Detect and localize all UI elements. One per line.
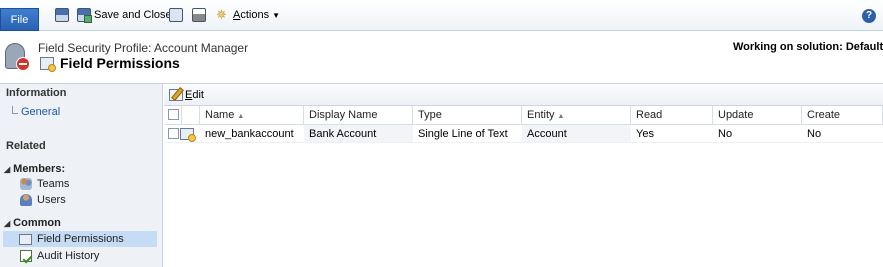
- actions-label: Actions: [233, 9, 269, 21]
- select-all-checkbox[interactable]: [168, 109, 179, 120]
- sort-ascending-icon: ▲: [557, 113, 565, 120]
- nav-item-field-permissions-label: Field Permissions: [37, 233, 124, 245]
- edit-icon: [169, 89, 183, 101]
- column-header-name-label: Name: [205, 109, 235, 121]
- actions-button[interactable]: ✵ Actions ▼: [216, 5, 280, 25]
- row-icon-cell: [165, 125, 200, 142]
- field-permissions-icon: [19, 233, 32, 245]
- column-header-name[interactable]: Name ▲: [200, 106, 304, 124]
- field-security-profile-icon: [3, 43, 31, 73]
- actions-icon: ✵: [216, 7, 227, 22]
- column-header-display-name[interactable]: Display Name: [304, 106, 413, 124]
- page-title: Field Permissions: [60, 55, 180, 71]
- field-permissions-grid: Name ▲ Display Name Type Entity ▲ Read Upd…: [165, 106, 883, 143]
- select-all-cell: [165, 106, 182, 124]
- column-header-read[interactable]: Read: [631, 106, 713, 124]
- table-row[interactable]: new_bankaccount Bank Account Single Line…: [165, 125, 883, 143]
- save-icon: [55, 8, 69, 22]
- form-header: Field Security Profile: Account Manager …: [0, 31, 883, 84]
- column-header-entity-label: Entity: [527, 109, 555, 121]
- edit-label-rest: dit: [192, 89, 204, 101]
- field-permission-record-icon: [180, 128, 196, 142]
- icon-column-header: [182, 106, 200, 124]
- help-icon[interactable]: ?: [862, 9, 876, 23]
- column-header-update[interactable]: Update: [713, 106, 802, 124]
- users-icon: [20, 194, 32, 206]
- cell-update: No: [718, 128, 733, 140]
- solution-label: Working on solution: Default So: [733, 41, 883, 53]
- save-and-close-label: Save and Close: [94, 9, 172, 21]
- nav-item-users-label: Users: [37, 194, 66, 206]
- nav-item-general[interactable]: General: [21, 106, 60, 118]
- column-header-create[interactable]: Create: [802, 106, 883, 124]
- collapse-triangle-icon: ◢: [4, 218, 11, 228]
- edit-button[interactable]: Edit: [169, 87, 204, 103]
- file-tab[interactable]: File: [0, 8, 39, 31]
- nav-item-field-permissions[interactable]: Field Permissions: [3, 231, 157, 247]
- field-permissions-icon: [40, 57, 56, 72]
- nav-group-members-label: Members:: [13, 163, 66, 175]
- cell-entity: Account: [522, 125, 631, 142]
- nav-item-users[interactable]: Users: [20, 192, 66, 208]
- save-and-close-icon: [77, 8, 92, 23]
- left-navigation: Information General Related ◢ Members: T…: [0, 84, 163, 267]
- nav-item-teams[interactable]: Teams: [20, 176, 69, 192]
- print-button[interactable]: [192, 5, 206, 25]
- cell-display-name: Bank Account: [304, 125, 413, 142]
- collapse-triangle-icon: ◢: [4, 164, 11, 174]
- nav-group-members[interactable]: ◢ Members:: [4, 163, 65, 175]
- nav-item-audit-history-label: Audit History: [37, 250, 100, 262]
- main-content: Edit Name ▲ Display Name Type Entity ▲ Rea…: [164, 84, 883, 267]
- nav-group-common[interactable]: ◢ Common: [4, 217, 61, 229]
- copy-icon: [169, 8, 183, 22]
- nav-section-information: Information: [6, 87, 67, 99]
- record-subtitle: Field Security Profile: Account Manager: [38, 41, 249, 55]
- tree-connector: [12, 106, 18, 114]
- chevron-down-icon: ▼: [272, 10, 281, 20]
- audit-history-icon: [20, 250, 32, 262]
- edit-label: Edit: [185, 89, 204, 101]
- nav-group-common-label: Common: [13, 217, 61, 229]
- cell-create: No: [807, 128, 822, 140]
- teams-icon: [20, 178, 32, 190]
- ribbon: File Save and Close ✵ Actions ▼ ?: [0, 0, 883, 31]
- cell-read: Yes: [636, 128, 654, 140]
- save-and-close-button[interactable]: Save and Close: [77, 5, 172, 25]
- nav-section-related: Related: [6, 140, 46, 152]
- actions-label-rest: ctions: [240, 9, 270, 21]
- grid-header-row: Name ▲ Display Name Type Entity ▲ Read Upd…: [165, 106, 883, 125]
- save-button[interactable]: [55, 5, 69, 25]
- nav-item-teams-label: Teams: [37, 178, 70, 190]
- nav-item-audit-history[interactable]: Audit History: [20, 248, 99, 264]
- cell-type: Single Line of Text: [418, 128, 508, 140]
- column-header-entity[interactable]: Entity ▲: [522, 106, 631, 124]
- sort-ascending-icon: ▲: [237, 113, 245, 120]
- cell-name[interactable]: new_bankaccount: [200, 125, 304, 142]
- print-icon: [192, 8, 206, 22]
- column-header-type[interactable]: Type: [413, 106, 522, 124]
- save-as-button[interactable]: [169, 5, 183, 25]
- grid-toolbar: Edit: [164, 84, 883, 106]
